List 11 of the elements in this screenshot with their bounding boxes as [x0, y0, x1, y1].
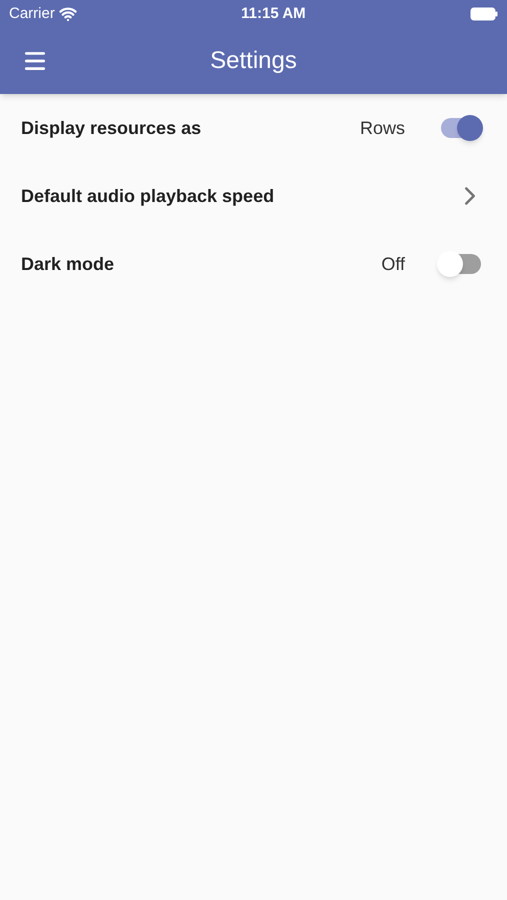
setting-label: Display resources as: [21, 116, 202, 140]
status-time: 11:15 AM: [241, 4, 306, 24]
wifi-icon: [58, 5, 77, 23]
setting-value: Off: [381, 252, 405, 276]
setting-label: Dark mode: [21, 252, 116, 276]
battery-icon: [470, 7, 498, 21]
setting-label: Default audio playback speed: [21, 184, 276, 208]
carrier-label: Carrier: [9, 4, 55, 24]
app-title: Settings: [210, 46, 297, 76]
setting-value: Rows: [360, 116, 405, 140]
toggle-switch[interactable]: [441, 118, 481, 138]
